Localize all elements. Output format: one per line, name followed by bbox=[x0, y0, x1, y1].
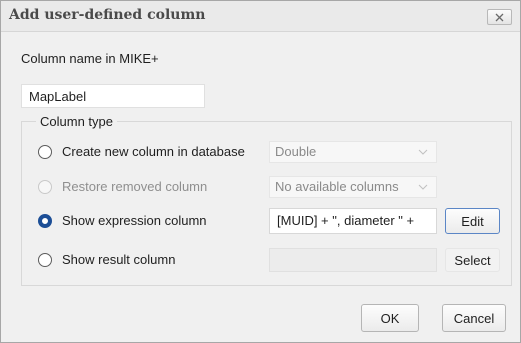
chevron-down-icon bbox=[418, 184, 428, 190]
title-bar: Add user-defined column bbox=[1, 1, 520, 32]
add-column-dialog: Add user-defined column Column name in M… bbox=[0, 0, 521, 343]
create-new-column-label[interactable]: Create new column in database bbox=[62, 144, 245, 159]
removed-columns-select: No available columns bbox=[269, 176, 437, 198]
chevron-down-icon bbox=[418, 149, 428, 155]
restore-removed-column-label: Restore removed column bbox=[62, 179, 208, 194]
edit-expression-button[interactable]: Edit bbox=[445, 208, 500, 234]
radio-show-expression-column[interactable] bbox=[38, 214, 52, 228]
radio-show-result-column[interactable] bbox=[38, 253, 52, 267]
select-result-button[interactable]: Select bbox=[445, 248, 500, 272]
data-type-select[interactable]: Double bbox=[269, 141, 437, 163]
result-column-field bbox=[269, 248, 437, 272]
removed-columns-value: No available columns bbox=[275, 179, 399, 194]
radio-restore-removed-column bbox=[38, 180, 52, 194]
column-name-label: Column name in MIKE+ bbox=[21, 51, 159, 66]
radio-create-new-column[interactable] bbox=[38, 145, 52, 159]
data-type-value: Double bbox=[275, 144, 317, 159]
column-name-input[interactable] bbox=[21, 84, 205, 108]
ok-button[interactable]: OK bbox=[361, 304, 419, 332]
expression-field[interactable]: [MUID] + ", diameter " + bbox=[269, 208, 437, 234]
column-type-legend: Column type bbox=[36, 114, 117, 129]
show-result-column-label[interactable]: Show result column bbox=[62, 252, 175, 267]
close-icon bbox=[495, 13, 504, 21]
cancel-button[interactable]: Cancel bbox=[442, 304, 506, 332]
close-button[interactable] bbox=[487, 9, 512, 25]
show-expression-column-label[interactable]: Show expression column bbox=[62, 213, 207, 228]
dialog-title: Add user-defined column bbox=[9, 7, 206, 23]
